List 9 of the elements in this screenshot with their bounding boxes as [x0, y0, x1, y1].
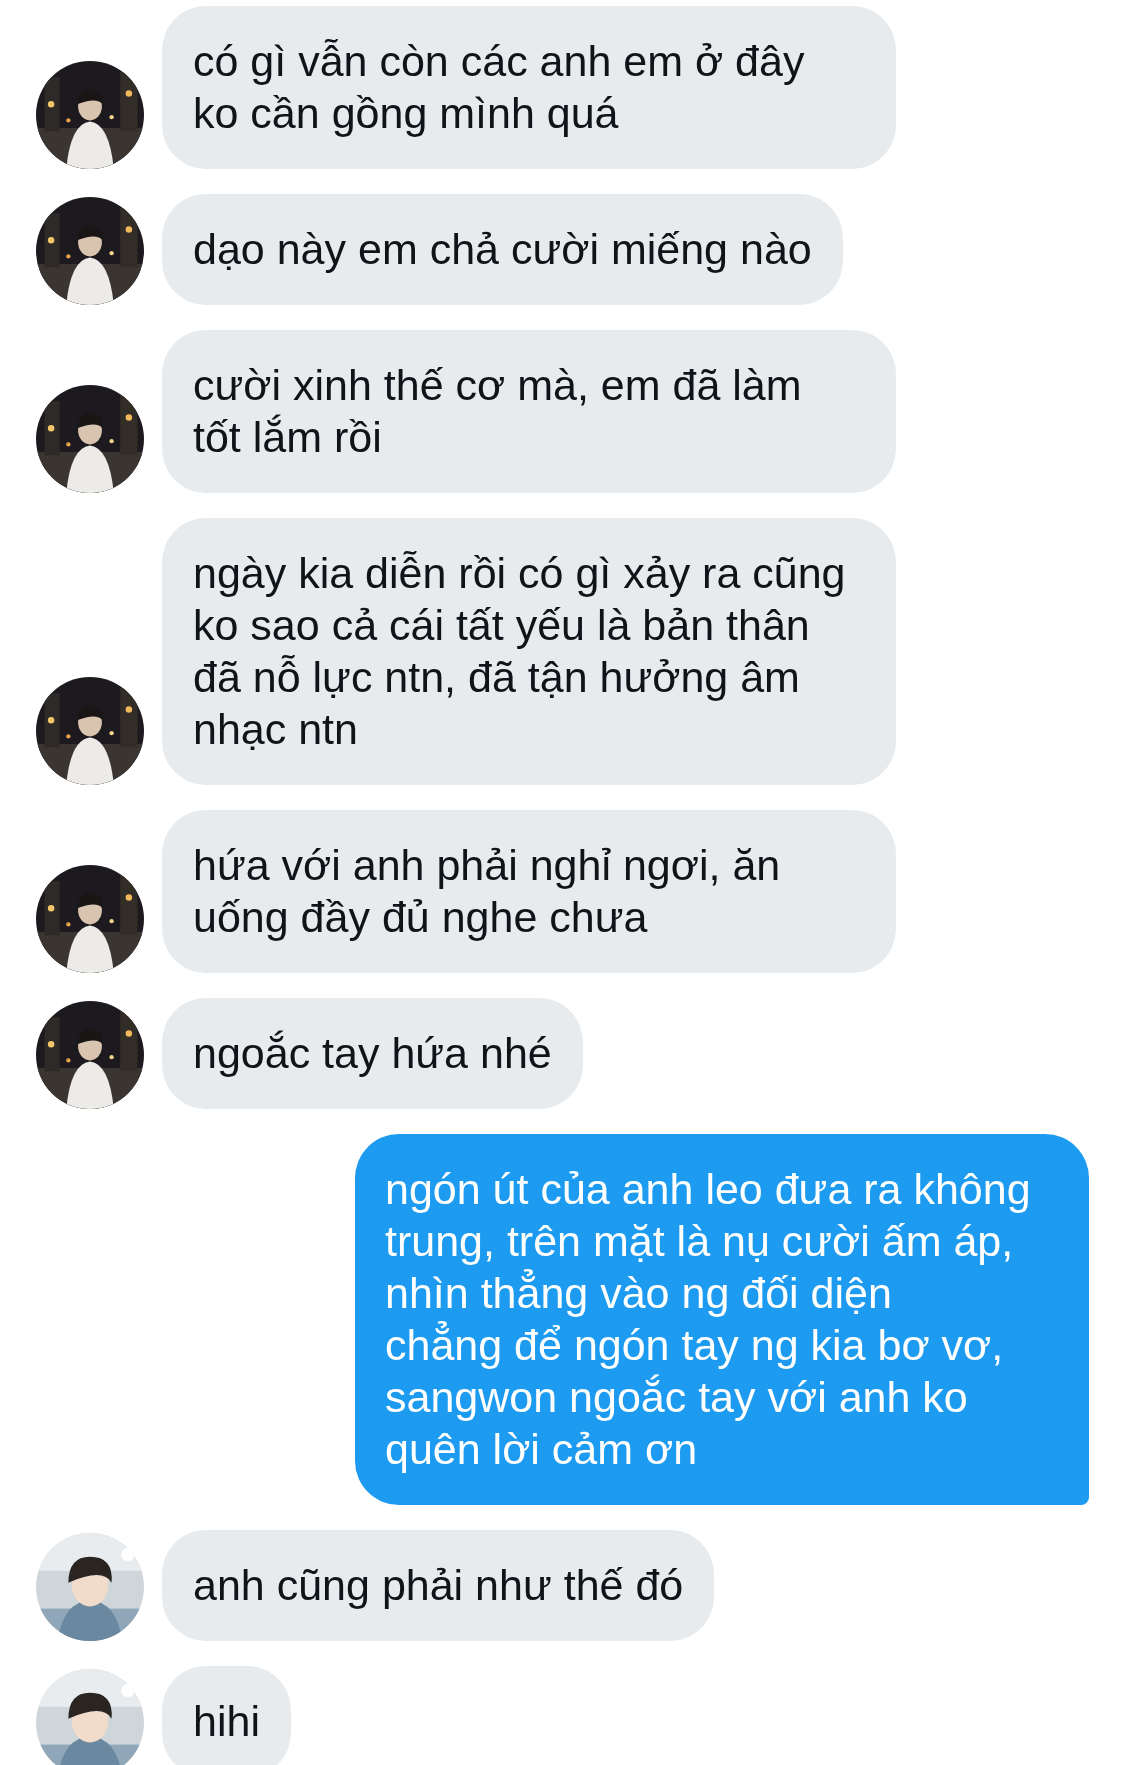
message-bubble: ngày kia diễn rồi có gì xảy ra cũng ko sao cả cái tất yếu là bản thân đã nỗ lực ntn, đã tận hưởng âm nhạc ntn [162, 518, 896, 785]
message-bubble: anh cũng phải như thế đó [162, 1530, 715, 1641]
message-bubble: có gì vẫn còn các anh em ở đây ko cần gồng mình quá [162, 6, 896, 169]
message-bubble: cười xinh thế cơ mà, em đã làm tốt lắm rồi [162, 330, 896, 493]
message-bubble: dạo này em chả cười miếng nào [162, 194, 843, 305]
message-bubble: hứa với anh phải nghỉ ngơi, ăn uống đầy đủ nghe chưa [162, 810, 896, 973]
message-bubble: hihi [162, 1666, 291, 1765]
message-bubble: ngoắc tay hứa nhé [162, 998, 583, 1109]
message-bubble: ngón út của anh leo đưa ra không trung, trên mặt là nụ cười ấm áp, nhìn thẳng vào ng đối diện chẳng để ngón tay ng kia bơ vơ, sangwon ngoắc tay với anh ko quên lời cảm ơn [355, 1134, 1089, 1505]
